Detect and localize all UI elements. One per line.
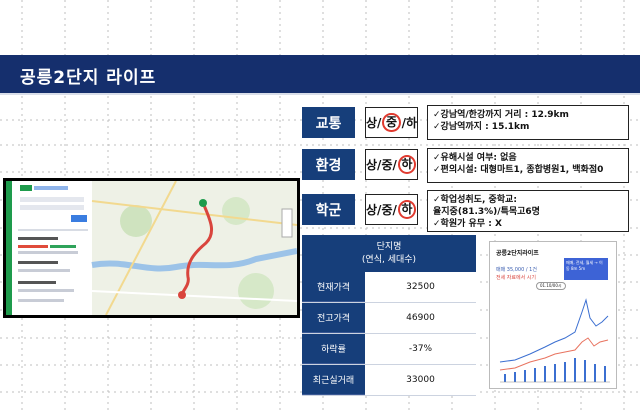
- info-line: 율지중(81.3%)/특목고6명: [433, 207, 540, 217]
- table-row: 하락률 -37%: [302, 334, 476, 365]
- info-environment: ✓유해시설 여부: 없음 ✓편의시설: 대형마트1, 종합병원1, 백화점0: [427, 148, 629, 183]
- table-row: 현재가격 32500: [302, 272, 476, 303]
- table-row: 전고가격 46900: [302, 303, 476, 334]
- grade-high: 상: [366, 116, 378, 130]
- title-underline: [0, 93, 640, 95]
- header-complex-name: 단지명: [376, 241, 402, 252]
- row-value: -37%: [365, 334, 476, 364]
- grade-mid: 중: [381, 203, 393, 217]
- info-line: ✓학원가 유무 : X: [433, 219, 502, 229]
- category-environment: 환경: [302, 149, 355, 180]
- grade-school: 상 / 중 / 하: [365, 194, 418, 225]
- row-value: 46900: [365, 303, 476, 333]
- row-value: 32500: [365, 272, 476, 302]
- category-transport: 교통: [302, 107, 355, 138]
- price-table: 단지명 (연식, 세대수) 현재가격 32500 전고가격 46900 하락률 …: [302, 235, 476, 396]
- info-line: ✓강남역/한강까지 거리 : 12.9km: [433, 110, 569, 120]
- info-line: ✓편의시설: 대형마트1, 종합병원1, 백화점0: [433, 165, 604, 175]
- price-history-screenshot: 공릉2단지라이프 매매 35,000 / 1건 전세 자료에서 시기 매매, 전…: [489, 241, 617, 389]
- map-illustration: [6, 181, 297, 315]
- mini-line-chart: [499, 298, 610, 383]
- page-title: 공릉2단지 라이프: [20, 68, 157, 88]
- row-label: 최근실거래: [302, 365, 365, 395]
- info-school: ✓학업성취도, 중학교: 율지중(81.3%)/특목고6명 ✓학원가 유무 : …: [427, 190, 629, 232]
- table-header: 단지명 (연식, 세대수): [302, 235, 476, 272]
- category-school: 학군: [302, 194, 355, 225]
- row-value: 33000: [365, 365, 476, 395]
- grade-low-circled: 하: [397, 200, 416, 219]
- row-label: 현재가격: [302, 272, 365, 302]
- row-label: 전고가격: [302, 303, 365, 333]
- grade-environment: 상 / 중 / 하: [365, 149, 418, 180]
- row-label: 하락률: [302, 334, 365, 364]
- info-line: ✓학업성취도, 중학교:: [433, 195, 517, 205]
- grade-mid-circled: 중: [382, 113, 401, 132]
- table-row: 최근실거래 33000: [302, 365, 476, 396]
- info-line: ✓유해시설 여부: 없음: [433, 153, 517, 163]
- grade-transport: 상 / 중 / 하: [365, 107, 418, 138]
- info-line: ✓강남역까지 : 15.1km: [433, 122, 530, 132]
- grade-low: 하: [405, 116, 417, 130]
- grade-high: 상: [366, 203, 378, 217]
- grade-low-circled: 하: [397, 155, 416, 174]
- info-transport: ✓강남역/한강까지 거리 : 12.9km ✓강남역까지 : 15.1km: [427, 105, 629, 140]
- title-bar: 공릉2단지 라이프: [0, 55, 640, 93]
- header-year-units: (연식, 세대수): [361, 254, 417, 265]
- route-map-screenshot: [3, 178, 300, 318]
- grade-high: 상: [366, 158, 378, 172]
- grade-mid: 중: [381, 158, 393, 172]
